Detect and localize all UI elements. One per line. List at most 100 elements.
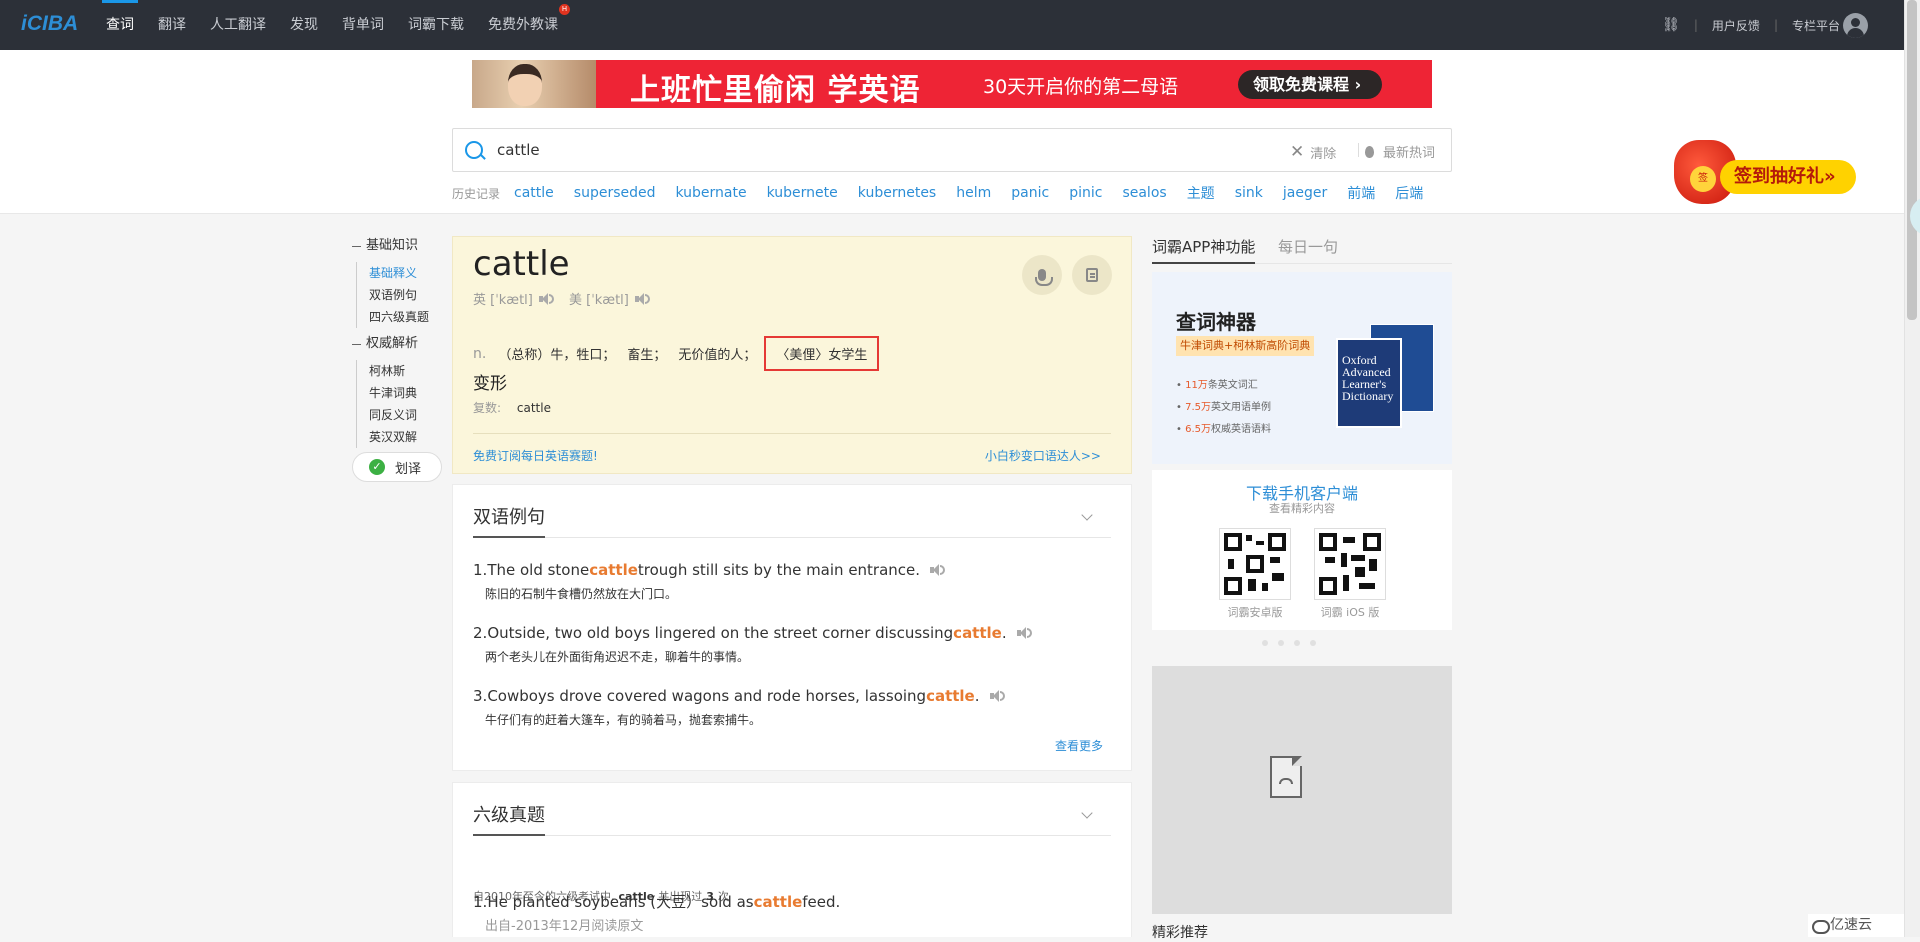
search-history: 历史记录 cattle superseded kubernate kuberne… xyxy=(452,183,1443,203)
user-avatar-icon[interactable] xyxy=(1843,13,1868,38)
speaker-icon[interactable] xyxy=(930,564,946,576)
hot-words-button[interactable]: 最新热词 xyxy=(1365,142,1435,161)
speaker-icon[interactable] xyxy=(538,292,554,305)
history-item[interactable]: cattle xyxy=(514,185,554,201)
bullet-number: 11万 xyxy=(1185,380,1208,391)
wordbook-button[interactable] xyxy=(1072,255,1112,295)
title-underline xyxy=(473,536,545,538)
example-text: trough still sits by the main entrance. xyxy=(637,561,921,579)
ios-qr-code[interactable] xyxy=(1314,528,1386,600)
search-input[interactable] xyxy=(497,129,1197,171)
app-promo-slide[interactable]: 查词神器 牛津词典+柯林斯高阶词典 • 11万条英文词汇 • 7.5万英文用语单… xyxy=(1152,272,1452,464)
history-item[interactable]: sink xyxy=(1235,185,1263,201)
chevron-down-icon[interactable] xyxy=(1081,807,1093,819)
section-title: 六级真题 xyxy=(473,805,545,826)
history-item[interactable]: kubernete xyxy=(767,185,838,201)
speaker-icon[interactable] xyxy=(634,292,650,305)
example-translation: 陈旧的石制牛食槽仍然放在大门口。 xyxy=(485,587,678,601)
example-number: 3. xyxy=(473,687,488,705)
clear-button[interactable]: ✕ 清除 xyxy=(1290,142,1336,162)
history-item[interactable]: 后端 xyxy=(1395,183,1423,203)
side-item-oxford[interactable]: 牛津词典 xyxy=(369,382,444,404)
history-label: 历史记录 xyxy=(452,186,501,201)
feedback-link[interactable]: 用户反馈 xyxy=(1712,17,1760,34)
subscribe-link[interactable]: 免费订阅每日英语赛题! xyxy=(473,447,598,464)
us-phonetic: 美 [ˈkætl] xyxy=(569,289,650,308)
side-item-synonyms[interactable]: 同反义词 xyxy=(369,404,444,426)
android-qr-code[interactable] xyxy=(1219,528,1291,600)
record-button[interactable] xyxy=(1022,255,1062,295)
nav-item-download[interactable]: 词霸下载 xyxy=(408,0,464,50)
bullet-number: 7.5万 xyxy=(1185,402,1211,413)
chevron-right-icon: › xyxy=(1354,75,1362,94)
plural-value[interactable]: cattle xyxy=(517,401,551,415)
history-item[interactable]: sealos xyxy=(1122,185,1166,201)
history-item[interactable]: pinic xyxy=(1069,185,1102,201)
bullet-text: 权威英语语料 xyxy=(1210,424,1271,435)
bilingual-examples-card: 双语例句 1. The old stone cattle trough still… xyxy=(452,484,1132,771)
promo-subtitle: 牛津词典+柯林斯高阶词典 xyxy=(1176,336,1315,356)
promo-bullet: • 6.5万权威英语语料 xyxy=(1176,424,1271,435)
history-item[interactable]: kubernate xyxy=(676,185,747,201)
side-item-en-cn[interactable]: 英汉双解 xyxy=(369,426,444,448)
history-item[interactable]: 主题 xyxy=(1187,183,1215,203)
promo-bullet: • 11万条英文词汇 xyxy=(1176,380,1258,391)
nav-item-lookup[interactable]: 查词 xyxy=(102,0,138,50)
nav-item-discover[interactable]: 发现 xyxy=(290,0,318,50)
scrollbar-thumb[interactable] xyxy=(1907,0,1917,320)
side-item-cet[interactable]: 四六级真题 xyxy=(369,306,444,328)
divider xyxy=(473,835,1111,836)
example-text: feed. xyxy=(802,892,841,911)
android-caption: 词霸安卓版 xyxy=(1227,606,1283,619)
headword: cattle xyxy=(473,244,570,284)
carousel-dot[interactable] xyxy=(1294,640,1300,646)
banner-cta-label: 领取免费课程 xyxy=(1253,75,1350,94)
side-item-bilingual[interactable]: 双语例句 xyxy=(369,284,444,306)
carousel-dot[interactable] xyxy=(1278,640,1284,646)
history-item[interactable]: superseded xyxy=(574,185,656,201)
nav-item-free-class[interactable]: 免费外教课 H xyxy=(488,0,570,50)
divider xyxy=(1358,143,1359,157)
speaker-icon[interactable] xyxy=(1016,627,1032,639)
sign-in-lucky-draw[interactable]: 签 签到抽好礼» xyxy=(1672,140,1858,206)
notebook-icon xyxy=(1086,268,1098,282)
example-keyword: cattle xyxy=(589,561,638,579)
huayi-label: 划译 xyxy=(395,461,422,477)
history-item[interactable]: jaeger xyxy=(1283,185,1327,201)
history-item[interactable]: kubernetes xyxy=(858,185,936,201)
see-more-link[interactable]: 查看更多 xyxy=(1055,737,1103,754)
side-item-basic-meaning[interactable]: 基础释义 xyxy=(369,262,444,284)
side-sub-basics: 基础释义 双语例句 四六级真题 xyxy=(356,262,444,328)
example-text: . xyxy=(1001,624,1007,642)
ios-caption: 词霸 iOS 版 xyxy=(1320,606,1380,619)
side-item-collins[interactable]: 柯林斯 xyxy=(369,360,444,382)
column-platform-link[interactable]: 专栏平台 xyxy=(1792,17,1840,34)
carousel-dot[interactable] xyxy=(1310,640,1316,646)
banner-cta-button[interactable]: 领取免费课程 › xyxy=(1238,70,1382,99)
nav-item-human-translate[interactable]: 人工翻译 xyxy=(210,0,266,50)
nav-item-translate[interactable]: 翻译 xyxy=(158,0,186,50)
history-item[interactable]: 前端 xyxy=(1347,183,1375,203)
download-app-panel: 下载手机客户端 查看精彩内容 词霸安卓版 词霸 iOS 版 xyxy=(1152,470,1452,630)
scrollbar[interactable] xyxy=(1904,0,1920,937)
side-sub-authority: 柯林斯 牛津词典 同反义词 英汉双解 xyxy=(356,360,444,448)
carousel-dot[interactable] xyxy=(1262,640,1268,646)
tab-daily-sentence[interactable]: 每日一句 xyxy=(1278,236,1338,264)
oral-course-link[interactable]: 小白秒变口语达人>> xyxy=(985,447,1101,464)
bullet-text: 英文用语单例 xyxy=(1210,402,1271,413)
side-group-authority[interactable]: 权威解析 xyxy=(352,334,444,354)
chevron-down-icon[interactable] xyxy=(1081,509,1093,521)
nav-item-vocab[interactable]: 背单词 xyxy=(342,0,384,50)
word-select-translate-toggle[interactable]: ✓ 划译 xyxy=(352,452,442,482)
tab-app-features[interactable]: 词霸APP神功能 xyxy=(1152,236,1256,264)
ad-placeholder[interactable] xyxy=(1152,666,1452,914)
example-keyword: cattle xyxy=(953,624,1002,642)
history-item[interactable]: helm xyxy=(956,185,991,201)
iciba-logo[interactable]: iCIBA xyxy=(21,12,78,36)
promo-banner[interactable]: 上班忙里偷闲 学英语 30天开启你的第二母语 领取免费课程 › xyxy=(472,60,1432,108)
history-item[interactable]: panic xyxy=(1011,185,1049,201)
separator: | xyxy=(1693,18,1698,32)
link-icon[interactable]: ⛓ xyxy=(1662,17,1680,33)
side-group-basics[interactable]: 基础知识 xyxy=(352,236,444,256)
speaker-icon[interactable] xyxy=(989,690,1005,702)
